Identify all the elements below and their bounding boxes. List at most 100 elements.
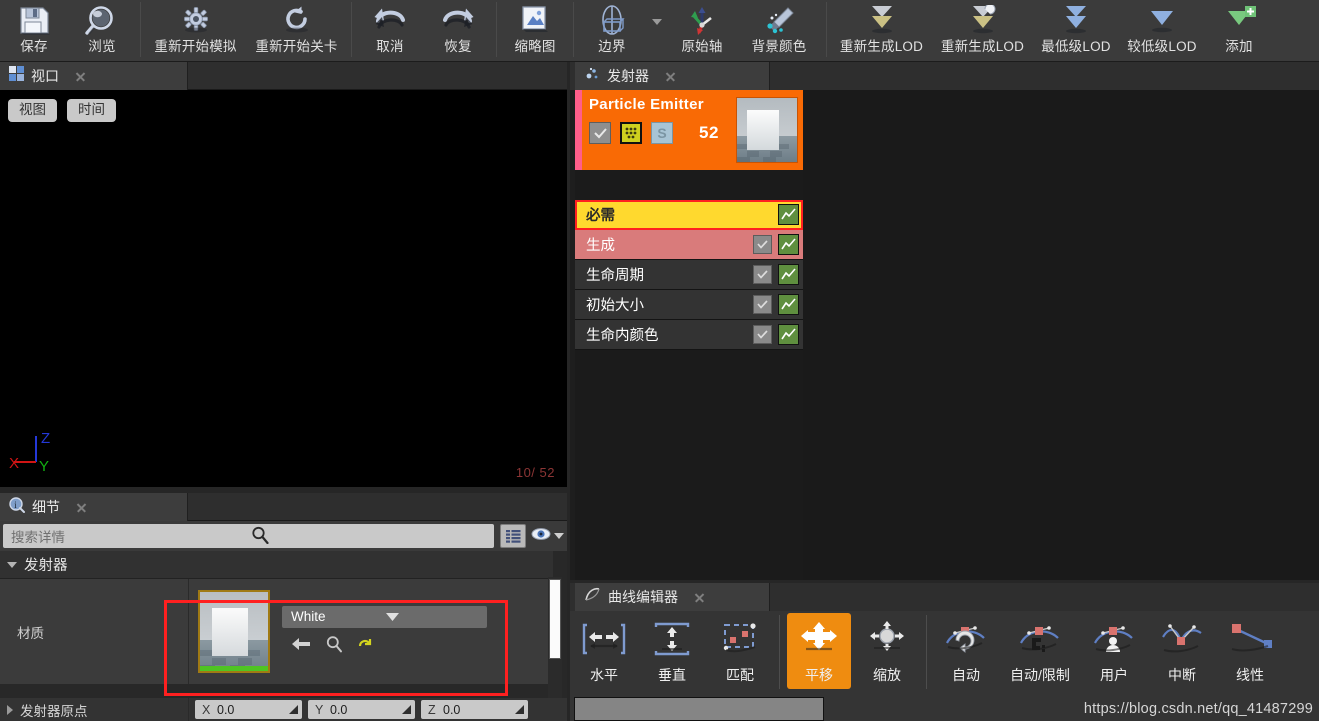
curve-toggle-icon[interactable] [778,264,799,285]
module-label: 生成 [586,238,615,254]
curve-button-label: 自动/限制 [1010,667,1070,683]
toolbar-label: 重新开始关卡 [255,39,338,54]
tangent-auto-clamped-icon [1016,613,1064,665]
tab-emitter[interactable]: 发射器 [575,62,770,90]
grid-view-button[interactable] [500,524,526,548]
browse-asset-icon[interactable] [325,635,343,658]
close-icon[interactable] [693,591,706,604]
material-controls: White [282,605,487,658]
module-label: 必需 [586,208,615,224]
emitter-panel: 发射器 Particle Emitter S 52 必需 生成 生命周期 初始大… [570,62,1319,580]
emitter-header[interactable]: Particle Emitter S 52 [575,90,803,170]
toolbar-button-background-color[interactable]: 背景颜色 [736,0,822,61]
fit-match-icon [717,613,763,665]
reset-to-default-icon[interactable] [357,636,373,657]
toolbar-button-restart-level[interactable]: 重新开始关卡 [246,0,347,61]
tab-curve-editor[interactable]: 曲线编辑器 [575,583,770,611]
module-spawn[interactable]: 生成 [575,230,803,260]
curve-button-tangent-auto-clamped[interactable]: 自动/限制 [1000,613,1080,693]
details-section-emitter[interactable]: 发射器 [0,551,553,579]
axis-value: 0.0 [217,702,235,717]
curve-button-label: 中断 [1168,667,1196,683]
module-color-over-life[interactable]: 生命内颜色 [575,320,803,350]
material-dropdown[interactable]: White [282,605,487,628]
origin-y-field[interactable]: Y 0.0 [308,700,415,719]
viewport-canvas[interactable]: 视图 时间 Z X Y 10/ 52 [0,90,567,487]
curve-button-fit-match[interactable]: 匹配 [706,613,774,693]
curve-toggle-icon[interactable] [778,294,799,315]
origin-z-field[interactable]: Z 0.0 [421,700,528,719]
toolbar-label: 浏览 [88,39,116,54]
material-thumbnail[interactable] [198,590,270,673]
emitter-enabled-checkbox[interactable] [589,122,611,144]
toolbar-button-redo[interactable]: 恢复 [424,0,492,61]
add-lod-icon [1221,2,1257,39]
toolbar-button-origin-axis[interactable]: 原始轴 [668,0,736,61]
bounds-dropdown-arrow[interactable] [646,0,668,61]
toolbar-button-thumbnail[interactable]: 缩略图 [501,0,569,61]
curve-button-tangent-user[interactable]: 用户 [1080,613,1148,693]
toolbar-button-restart-simulation[interactable]: 重新开始模拟 [145,0,246,61]
module-enabled-checkbox[interactable] [753,295,772,314]
tab-label: 曲线编辑器 [608,589,678,605]
resize-grip-icon[interactable] [515,705,524,714]
curve-toggle-icon[interactable] [778,324,799,345]
curve-button-zoom[interactable]: 缩放 [853,613,921,693]
resize-grip-icon[interactable] [289,705,298,714]
curve-button-tangent-linear[interactable]: 线性 [1216,613,1284,693]
toolbar-button-bounds[interactable]: 边界 [578,0,646,61]
curve-button-fit-vertical[interactable]: 垂直 [638,613,706,693]
curve-toolbar-separator [926,615,927,689]
axis-value: 0.0 [443,702,461,717]
curve-toggle-icon[interactable] [778,204,799,225]
toolbar-button-undo[interactable]: 取消 [356,0,424,61]
origin-x-field[interactable]: X 0.0 [195,700,302,719]
axis-gizmo: Z X Y [8,430,68,487]
emitter-solo-button[interactable]: S [651,122,673,144]
toolbar-label: 背景颜色 [751,39,807,54]
restart-sim-icon [179,2,213,39]
toolbar-button-save[interactable]: 保存 [0,0,68,61]
tab-viewport[interactable]: 视口 [0,62,188,90]
visibility-dropdown-button[interactable] [530,524,564,548]
viewport-time-button[interactable]: 时间 [67,99,116,122]
module-enabled-checkbox[interactable] [753,325,772,344]
curve-button-fit-horizontal[interactable]: 水平 [570,613,638,693]
module-lifetime[interactable]: 生命周期 [575,260,803,290]
curve-editor-track-bar[interactable] [574,697,824,721]
module-required[interactable]: 必需 [575,200,803,230]
toolbar-button-add-lod[interactable]: 添加 [1205,0,1273,61]
toolbar-button-regenerate-lod-2[interactable]: 重新生成LOD [932,0,1033,61]
emitter-thumbnail[interactable] [736,97,798,163]
regenerate-lod-icon [864,2,900,39]
module-enabled-checkbox[interactable] [753,235,772,254]
curve-button-label: 用户 [1100,667,1128,683]
curve-button-label: 水平 [590,667,618,683]
emitter-origin-label-group[interactable]: 发射器原点 [0,698,189,721]
close-icon[interactable] [75,501,88,514]
svg-text:Y: Y [39,458,49,475]
close-icon[interactable] [74,70,87,83]
module-initial-size[interactable]: 初始大小 [575,290,803,320]
scrollbar-thumb[interactable] [549,579,561,659]
toolbar-button-browse[interactable]: 浏览 [68,0,136,61]
resize-grip-icon[interactable] [402,705,411,714]
viewport-tabbar: 视口 [0,62,567,90]
axis-value: 0.0 [330,702,348,717]
tab-details[interactable]: i 细节 [0,493,188,521]
emitter-detail-mode-button[interactable] [620,122,642,144]
toolbar-button-lowest-lod[interactable]: 最低级LOD [1033,0,1119,61]
curve-button-pan[interactable]: 平移 [785,613,853,693]
viewport-view-button[interactable]: 视图 [8,99,57,122]
curve-button-tangent-auto[interactable]: 自动 [932,613,1000,693]
curve-toggle-icon[interactable] [778,234,799,255]
toolbar-button-lower-lod[interactable]: 较低级LOD [1119,0,1205,61]
emitter-origin-label: 发射器原点 [20,703,88,719]
curve-button-tangent-break[interactable]: 中断 [1148,613,1216,693]
details-scrollbar[interactable] [548,577,562,705]
use-selected-arrow-icon[interactable] [291,636,311,657]
toolbar-button-regenerate-lod-1[interactable]: 重新生成LOD [831,0,932,61]
close-icon[interactable] [664,70,677,83]
module-enabled-checkbox[interactable] [753,265,772,284]
search-input[interactable]: 搜索详情 [3,524,494,548]
